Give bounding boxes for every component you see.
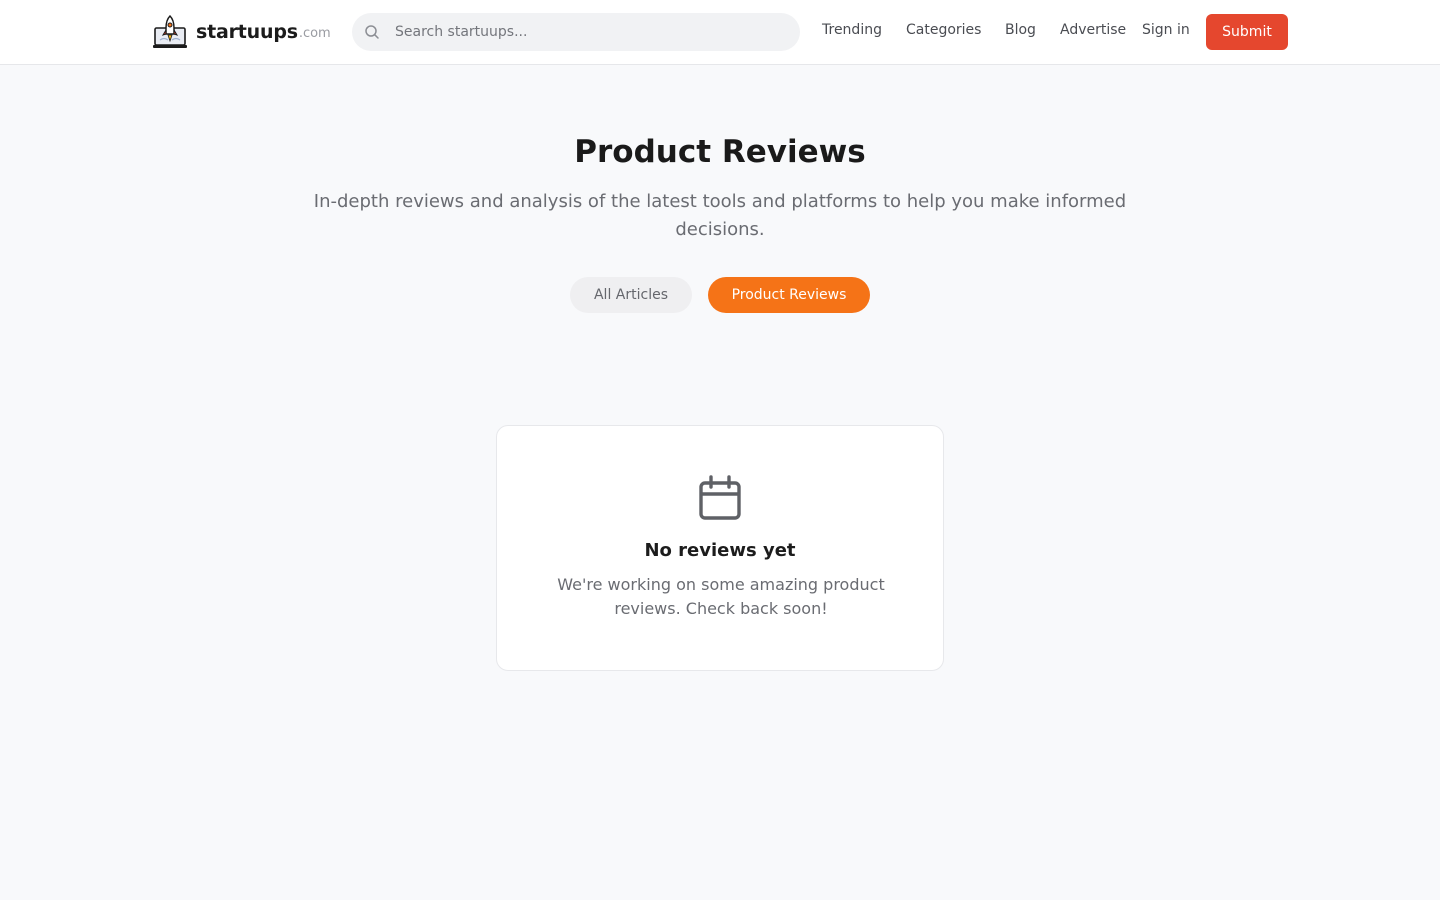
search-input[interactable] <box>393 23 773 41</box>
submit-button[interactable]: Submit <box>1206 14 1288 50</box>
rocket-laptop-logo-icon <box>153 14 187 48</box>
filter-all-articles[interactable]: All Articles <box>570 277 692 313</box>
logo-tld: .com <box>298 25 331 41</box>
empty-state-card: No reviews yet We're working on some ama… <box>496 425 944 671</box>
empty-state-title: No reviews yet <box>644 540 796 561</box>
search-bar <box>352 13 800 51</box>
calendar-icon <box>699 475 741 520</box>
nav-link-trending[interactable]: Trending <box>822 22 882 38</box>
search-icon <box>365 25 379 39</box>
empty-state-message: We're working on some amazing product re… <box>557 575 885 618</box>
logo-name: startuups <box>196 21 298 43</box>
page-subtitle: In-depth reviews and analysis of the lat… <box>313 191 1127 240</box>
nav-link-advertise[interactable]: Advertise <box>1060 22 1126 38</box>
site-logo[interactable]: startuups .com <box>152 14 331 50</box>
site-header: startuups .com Trending Categories Blog … <box>0 0 1440 65</box>
filter-product-reviews[interactable]: Product Reviews <box>708 277 870 313</box>
nav-link-blog[interactable]: Blog <box>1005 22 1036 38</box>
sign-in-link[interactable]: Sign in <box>1142 22 1190 38</box>
nav-link-categories[interactable]: Categories <box>906 22 981 38</box>
page-title: Product Reviews <box>574 134 866 170</box>
